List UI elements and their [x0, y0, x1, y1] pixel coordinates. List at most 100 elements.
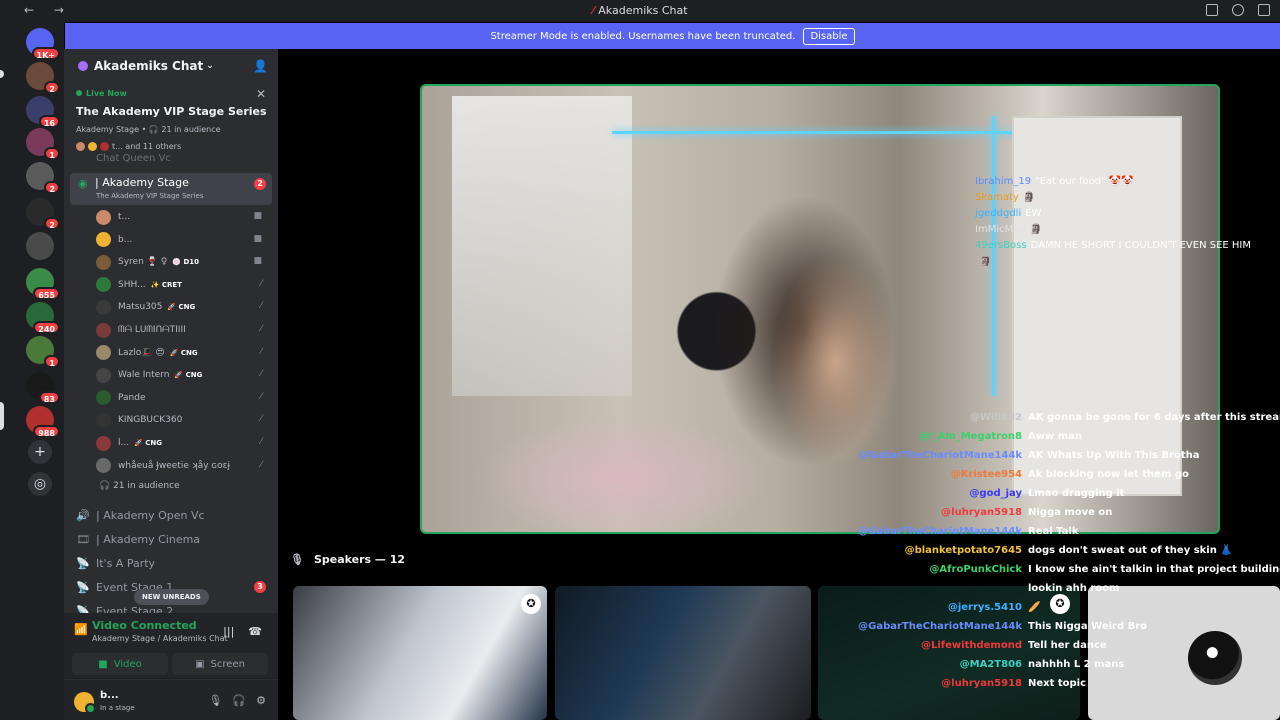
stage-member[interactable]: l... 🚀 CNG ⁄	[96, 433, 272, 453]
voice-location[interactable]: Akademy Stage / Akademiks Chat	[92, 634, 228, 643]
inbox-icon[interactable]	[1206, 4, 1218, 16]
pin-icon[interactable]: ✪	[521, 594, 541, 614]
channel-icon: 🔊	[76, 508, 90, 522]
server-icon[interactable]: 2	[26, 198, 60, 230]
stage-member[interactable]: t... ■	[96, 207, 272, 227]
chat-text: 🗿	[979, 256, 992, 267]
mic-muted-icon: ⁄	[260, 278, 262, 289]
window-title: ⁄ Akademiks Chat	[592, 4, 688, 17]
live-title: The Akademy VIP Stage Series	[76, 105, 267, 118]
server-rail: 1K+ 2 16 1 2 2 655 240 1 83 988 + ◎	[0, 22, 64, 720]
headphones-icon[interactable]: 🎧	[232, 694, 246, 707]
stage-member[interactable]: whåeuå Ɉweetie ʞåy ɢoɛɉ ⁄	[96, 456, 272, 476]
video-button[interactable]: ■ Video	[72, 653, 168, 675]
badge: 240	[33, 321, 60, 334]
screen-share-button[interactable]: ▣ Screen	[172, 653, 268, 675]
speaker-tile[interactable]: ✪	[293, 586, 547, 720]
chat-message: ImMicMad 🗿	[975, 224, 1251, 240]
app-window: ← → ⁄ Akademiks Chat 1K+ 2 16 1 2 2 655 2…	[0, 0, 1280, 720]
channel-item[interactable]: 🔊 | Akademy Open Vc	[76, 504, 272, 526]
server-header[interactable]: Akademiks Chat ⌄ 👤	[64, 49, 278, 83]
username[interactable]: b...	[100, 690, 119, 701]
server-icon[interactable]: 1	[26, 128, 60, 160]
avatar[interactable]	[74, 692, 96, 714]
title-bar: ← → ⁄ Akademiks Chat	[0, 0, 1280, 22]
chat-message: 49ersBoss DAMN HE SHORT I COULDN'T EVEN S…	[975, 240, 1251, 256]
channel-sidebar: Akademiks Chat ⌄ 👤 Live Now ✕ The Akadem…	[64, 49, 278, 720]
disconnect-icon[interactable]: ☎	[248, 625, 262, 638]
server-icon[interactable]: 2	[26, 62, 60, 94]
server-icon[interactable]: 988	[26, 406, 60, 438]
channel-akademy-stage[interactable]: ◉ | Akademy Stage The Akademy VIP Stage …	[70, 173, 272, 205]
close-icon[interactable]: ✕	[256, 87, 266, 101]
stage-member[interactable]: b... ■	[96, 230, 272, 250]
new-unreads-button[interactable]: NEW UNREADS	[134, 589, 209, 605]
settings-icon[interactable]: ⚙	[256, 694, 266, 707]
add-server-button[interactable]: +	[28, 440, 52, 464]
chat-message: Ibrahim_19 "Eat our food" 🤡🤡	[975, 176, 1251, 192]
chat-text: 🗿	[1022, 192, 1036, 203]
server-icon[interactable]: 655	[26, 268, 60, 300]
member-name: whåeuå Ɉweetie ʞåy ɢoɛɉ	[118, 460, 230, 471]
chat-text: DAMN HE SHORT I COULDN'T EVEN SEE HIM	[1030, 240, 1252, 251]
chat-username: @luhryan5918	[941, 678, 1022, 689]
stage-member[interactable]: Matsu305 🚀 CNG ⁄	[96, 297, 272, 317]
server-icon[interactable]: 1	[26, 336, 60, 368]
badge: 2	[44, 181, 60, 194]
stage-member[interactable]: KINGBUCK360 ⁄	[96, 410, 272, 430]
chat-message: @I_Am_Megatron8 Aww man	[800, 431, 1280, 450]
camera-icon: ■	[98, 658, 108, 670]
speaker-tile[interactable]	[555, 586, 811, 720]
unread-pill	[0, 70, 4, 78]
noise-suppression-icon[interactable]: |||	[223, 625, 234, 638]
server-icon[interactable]: 240	[26, 302, 60, 334]
server-icon[interactable]	[26, 232, 54, 260]
stage-member[interactable]: ᗰᗩ ᒪᑌᗰIᑎᗩTIIII ⁄	[96, 320, 272, 340]
server-icon[interactable]: 83	[26, 372, 60, 404]
chat-username: Skamaty	[975, 192, 1019, 203]
download-icon[interactable]	[1258, 4, 1270, 16]
chevron-down-icon: ⌄	[206, 61, 214, 71]
chat-username: @Lifewithdemond	[920, 640, 1022, 651]
live-subtitle: Akademy Stage • 🎧 21 in audience	[76, 125, 221, 134]
badge: 83	[38, 391, 60, 404]
chat-message: @Will882 AK gonna be gone for 6 days afte…	[800, 412, 1280, 431]
live-stage-card[interactable]: Live Now ✕ The Akademy VIP Stage Series …	[70, 85, 272, 159]
mic-icon[interactable]: 🎙	[208, 694, 222, 707]
voice-status: Video Connected	[92, 619, 197, 632]
chat-overlay-bottom: @Will882 AK gonna be gone for 6 days afte…	[800, 412, 1280, 697]
invite-icon[interactable]: 👤	[253, 59, 268, 73]
chat-username: @MA2T806	[959, 659, 1022, 670]
channel-faded[interactable]: Chat Queen Vc	[96, 153, 171, 164]
channel-item[interactable]: 📡 It's A Party	[76, 552, 272, 574]
chat-username: jgeddgdli	[975, 208, 1022, 219]
stage-member[interactable]: Lazlo🎩 😍 🚀 CNG ⁄	[96, 343, 272, 363]
stage-member[interactable]: Pande ⁄	[96, 388, 272, 408]
mic-icon: 🎙	[290, 553, 304, 566]
member-name: Pande	[118, 392, 146, 403]
disable-button[interactable]: Disable	[803, 27, 855, 45]
audience-count[interactable]: 🎧 21 in audience	[99, 481, 180, 491]
stage-member[interactable]: Syren 🍷 ♀ 🍥 D10 ■	[96, 252, 272, 272]
signal-icon: 📶	[74, 623, 88, 636]
stage-member[interactable]: Wale Intern 🚀 CNG ⁄	[96, 365, 272, 385]
mic-muted-icon: ⁄	[260, 346, 262, 357]
channel-item[interactable]: 🎞 | Akademy Cinema	[76, 528, 272, 550]
help-icon[interactable]	[1232, 4, 1244, 16]
chat-message: @GabarTheChariotMane144k AK Whats Up With…	[800, 450, 1280, 469]
server-icon	[78, 61, 88, 71]
discover-icon[interactable]: ◎	[28, 472, 52, 496]
screen-icon: ▣	[195, 658, 205, 670]
home-button[interactable]: 1K+	[26, 28, 60, 60]
stage-member[interactable]: SHH... ✨ CRET ⁄	[96, 275, 272, 295]
badge: 655	[33, 287, 60, 300]
chat-message: @luhryan5918 Next topic	[800, 678, 1280, 697]
chat-text: I know she ain't talkin in that project …	[1028, 564, 1280, 575]
chat-text: Aww man	[1028, 431, 1082, 442]
avatar	[96, 277, 111, 293]
server-icon[interactable]: 2	[26, 162, 60, 194]
channel-name: | Akademy Open Vc	[96, 508, 205, 522]
voice-connection-panel: 📶 Video Connected Akademy Stage / Akadem…	[64, 613, 278, 679]
server-icon[interactable]: 16	[26, 96, 60, 128]
chat-username: @GabarTheChariotMane144k	[858, 526, 1022, 537]
